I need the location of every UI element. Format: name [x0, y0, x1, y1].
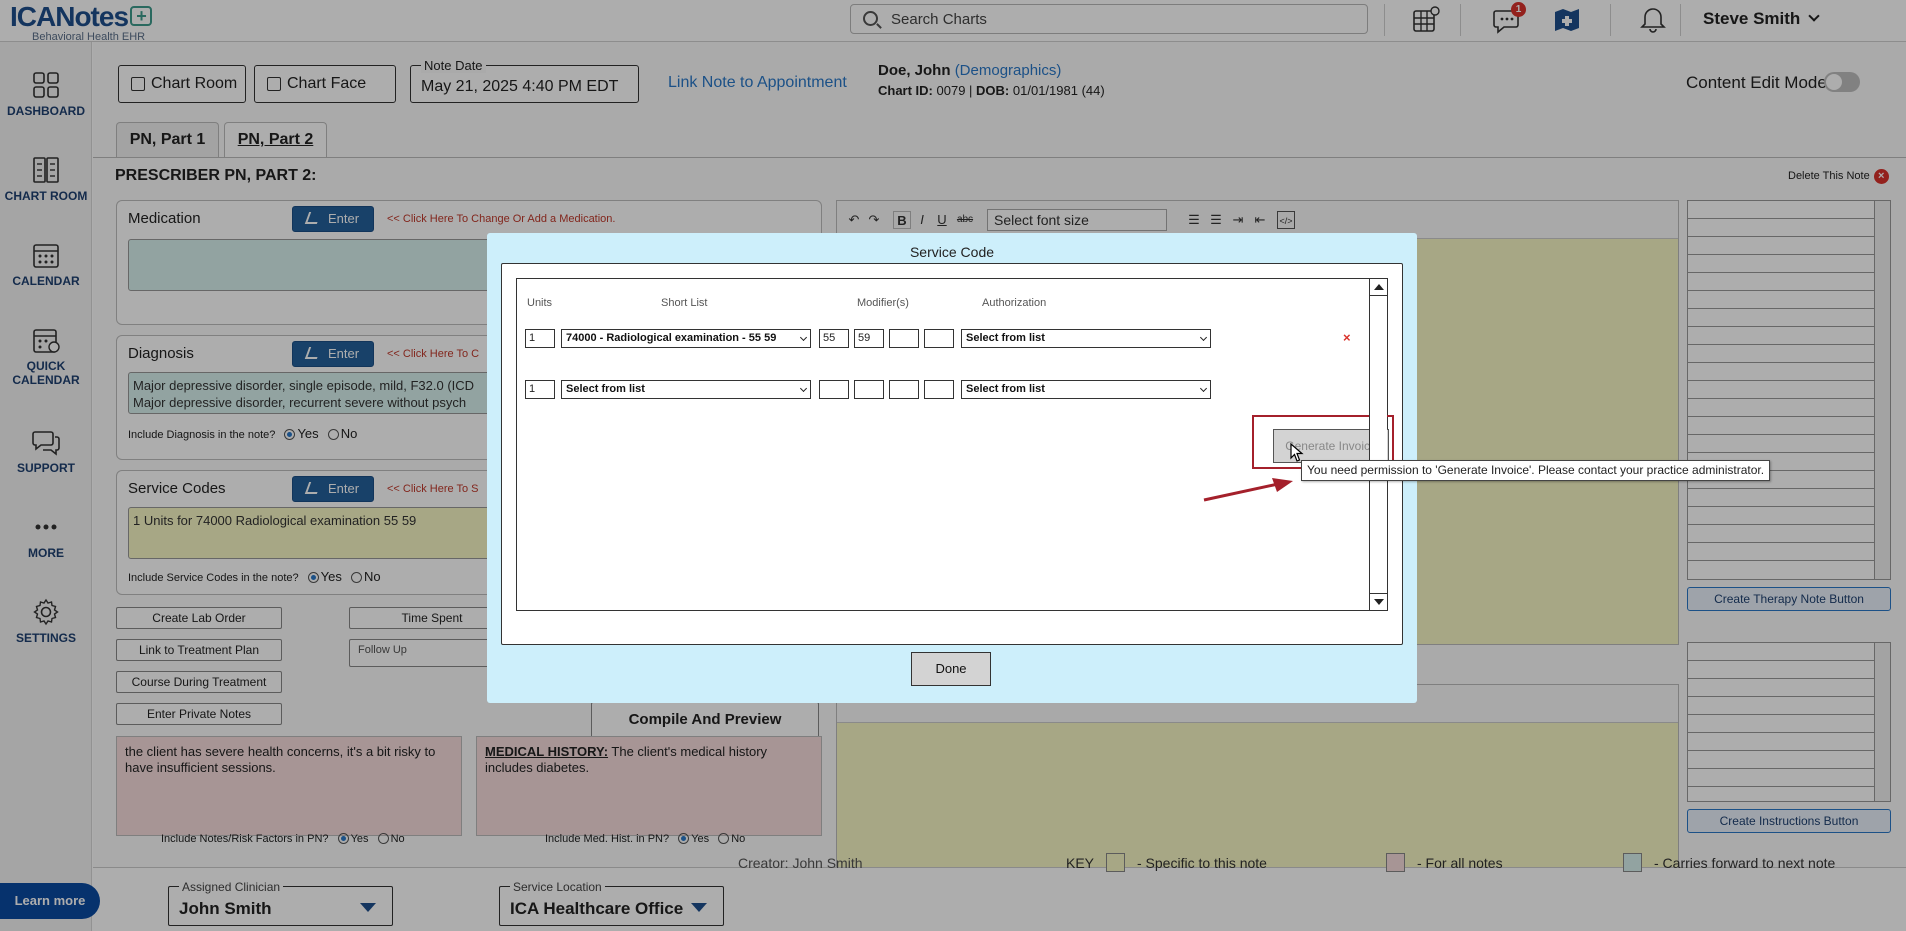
permission-tooltip: You need permission to 'Generate Invoice… — [1301, 460, 1771, 481]
column-header-modifiers: Modifier(s) — [857, 297, 909, 309]
column-header-short-list: Short List — [661, 297, 708, 309]
chevron-down-icon — [1199, 384, 1208, 393]
units-input[interactable]: 1 — [525, 329, 555, 348]
modal-body: Units Short List Modifier(s) Authorizati… — [501, 263, 1403, 645]
authorization-value: Select from list — [966, 332, 1045, 344]
remove-row-icon[interactable]: × — [1343, 330, 1351, 345]
scrollbar[interactable] — [1369, 279, 1387, 610]
scroll-up-icon[interactable] — [1374, 284, 1384, 290]
chevron-down-icon — [799, 384, 808, 393]
authorization-select[interactable]: Select from list — [961, 380, 1211, 399]
modal-title: Service Code — [909, 244, 995, 260]
modifier-input[interactable] — [889, 329, 919, 348]
short-list-select[interactable]: 74000 - Radiological examination - 55 59 — [561, 329, 811, 348]
modifier-input[interactable] — [819, 380, 849, 399]
annotation-arrow-icon — [1203, 478, 1293, 502]
service-code-frame: Units Short List Modifier(s) Authorizati… — [516, 278, 1394, 611]
short-list-value: Select from list — [566, 383, 645, 395]
modifier-input[interactable]: 55 — [819, 329, 849, 348]
authorization-select[interactable]: Select from list — [961, 329, 1211, 348]
column-header-authorization: Authorization — [982, 297, 1047, 309]
modifier-input[interactable]: 59 — [854, 329, 884, 348]
scroll-down-icon[interactable] — [1374, 599, 1384, 605]
authorization-value: Select from list — [966, 383, 1045, 395]
units-input[interactable]: 1 — [525, 380, 555, 399]
column-header-units: Units — [527, 297, 553, 309]
short-list-select[interactable]: Select from list — [561, 380, 811, 399]
modifier-input[interactable] — [924, 329, 954, 348]
chevron-down-icon — [799, 333, 808, 342]
modifier-input[interactable] — [889, 380, 919, 399]
short-list-value: 74000 - Radiological examination - 55 59 — [566, 332, 777, 344]
chevron-down-icon — [1199, 333, 1208, 342]
done-button[interactable]: Done — [911, 652, 991, 686]
modifier-input[interactable] — [854, 380, 884, 399]
modifier-input[interactable] — [924, 380, 954, 399]
service-code-modal: Service Code Units Short List Modifier(s… — [487, 233, 1417, 703]
